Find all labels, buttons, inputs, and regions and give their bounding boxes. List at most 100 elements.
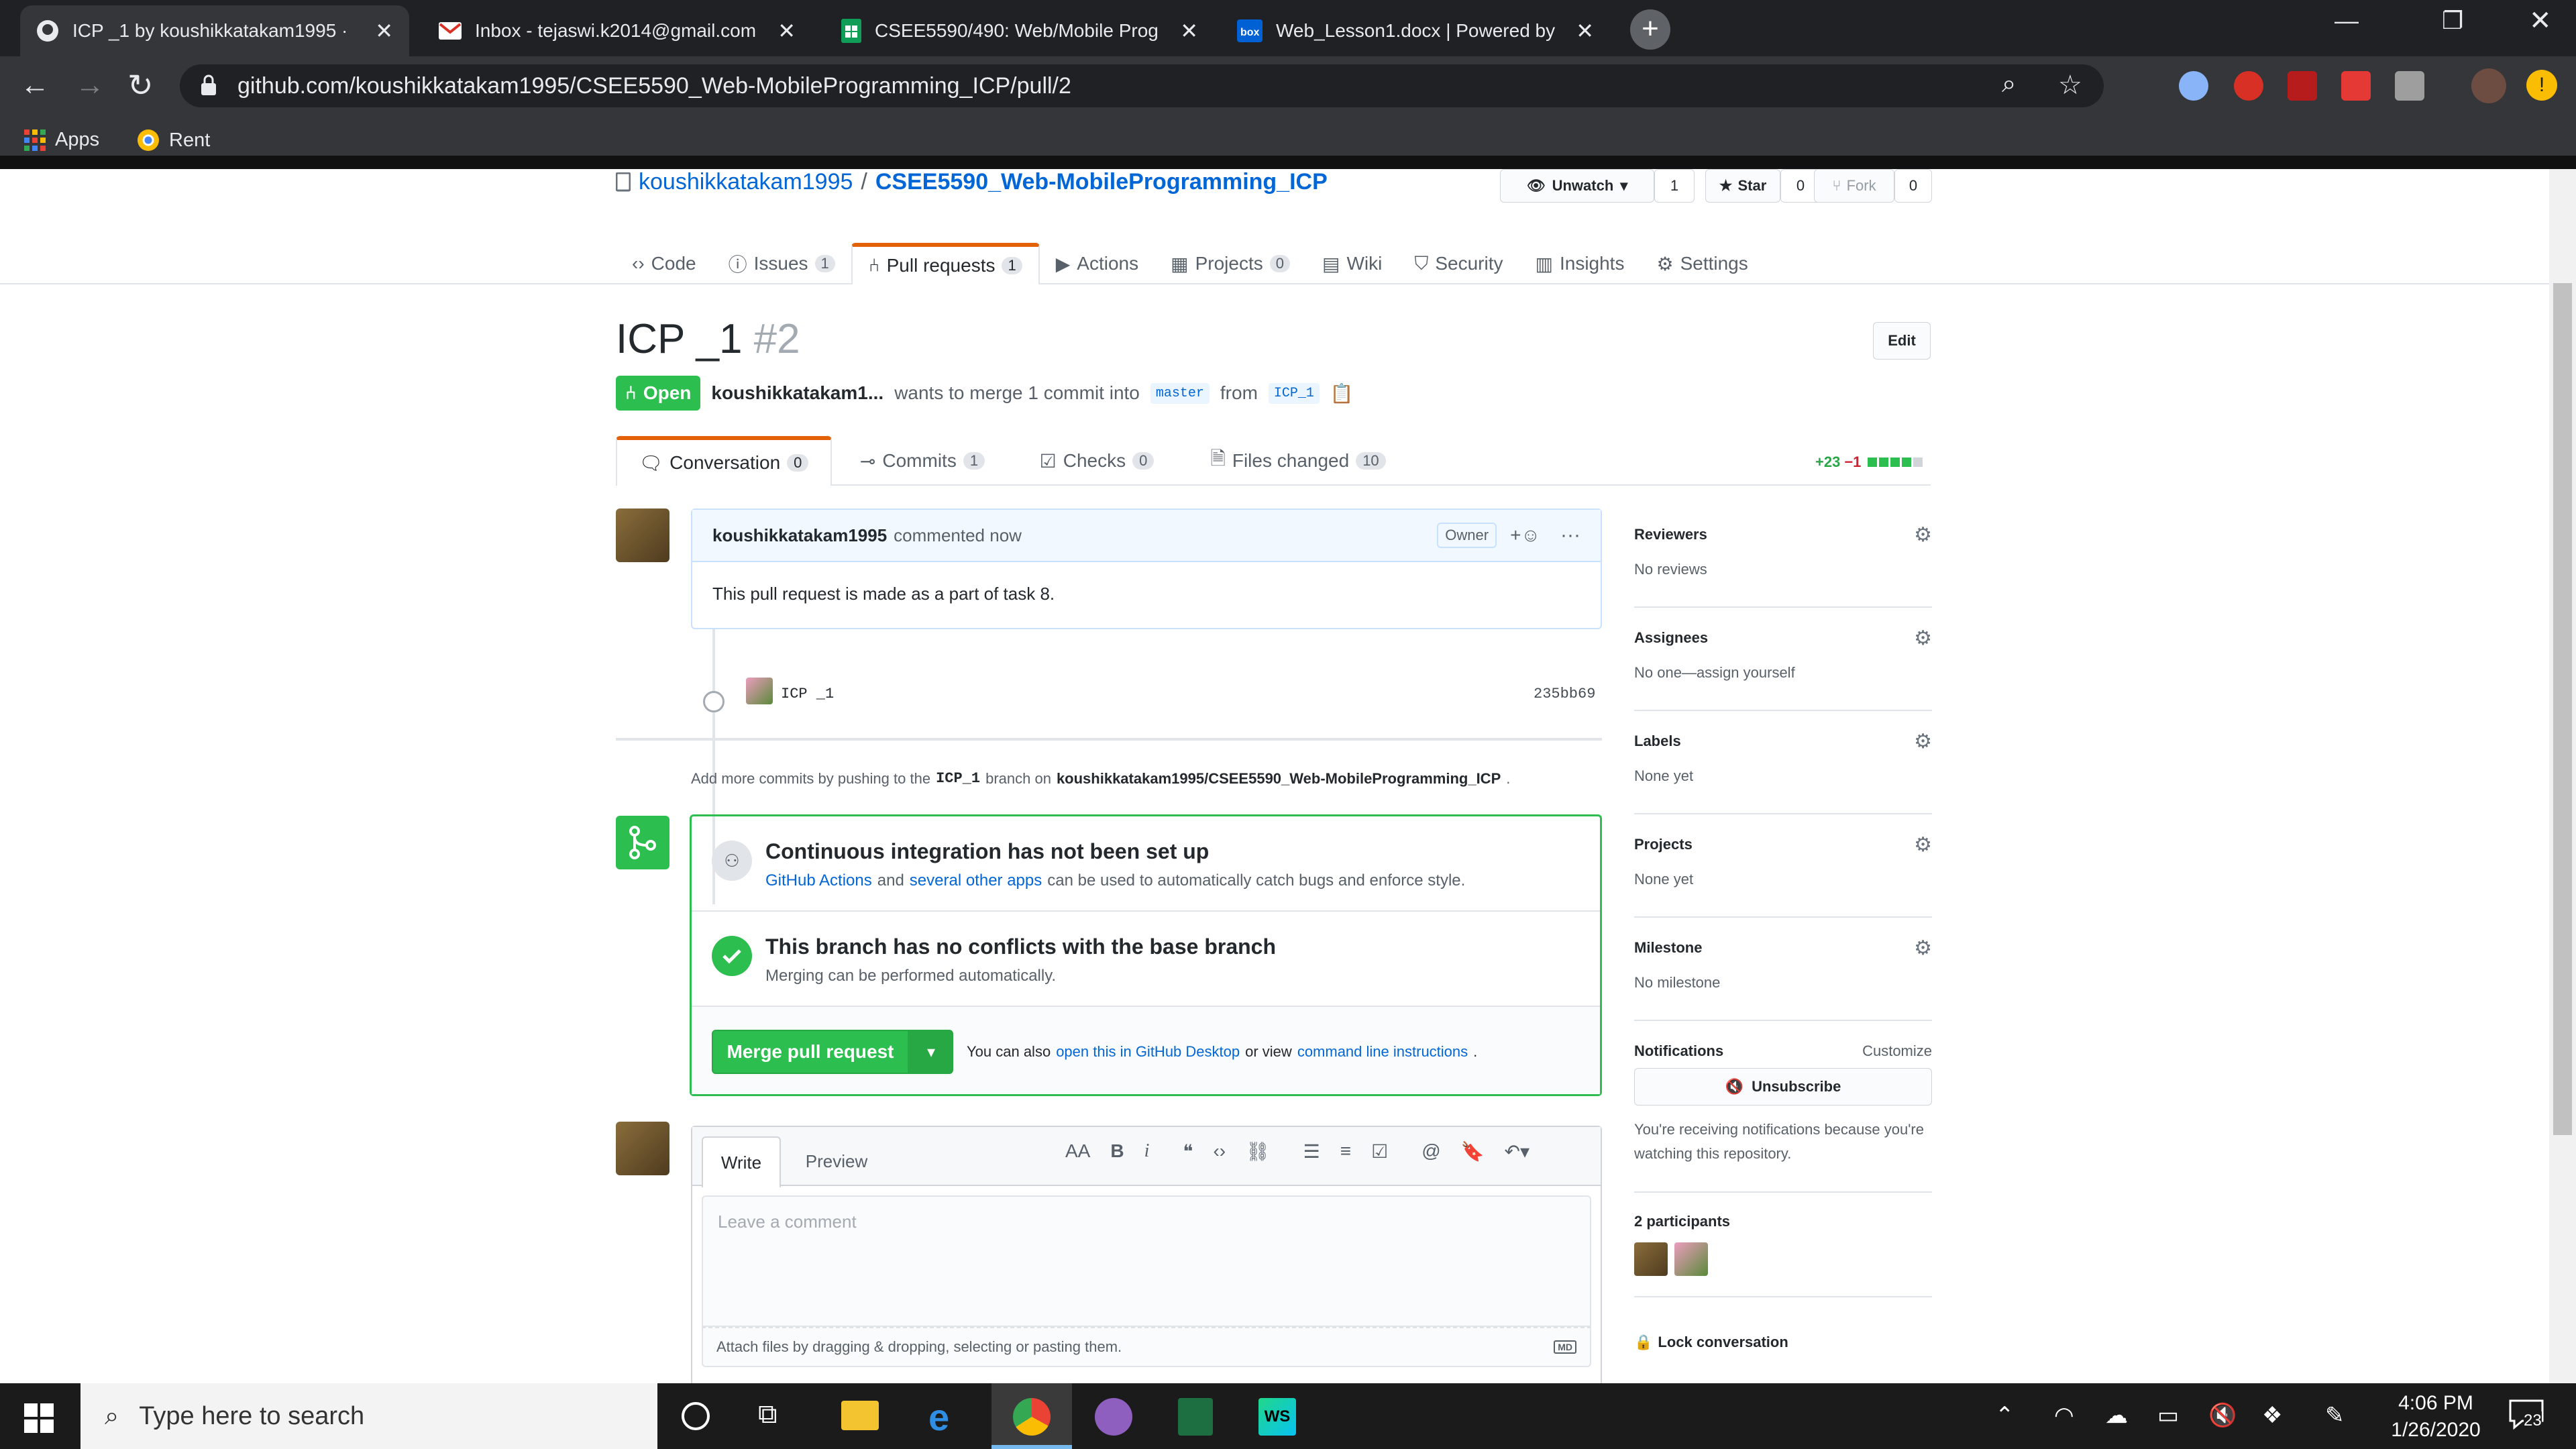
browser-tab-pr[interactable]: ICP _1 by koushikkatakam1995 · ✕ [20, 5, 409, 56]
browser-tab-box[interactable]: box Web_Lesson1.docx | Powered by ✕ [1221, 5, 1610, 56]
bookmark-icon[interactable]: 🔖 [1461, 1140, 1485, 1163]
gear-icon[interactable]: ⚙ [1914, 627, 1932, 650]
search-icon[interactable]: ⌕ [2002, 70, 2016, 99]
close-tab-icon[interactable]: ✕ [1576, 18, 1594, 44]
restore-icon[interactable]: ❐ [2442, 7, 2463, 35]
nav-wiki[interactable]: ▤ Wiki [1306, 243, 1398, 284]
star-button[interactable]: ★ Star [1705, 169, 1780, 203]
close-tab-icon[interactable]: ✕ [777, 18, 796, 44]
taskbar-search-box[interactable]: ⌕ Type here to search [80, 1383, 657, 1449]
command-line-link[interactable]: command line instructions [1297, 1043, 1468, 1061]
address-bar[interactable]: github.com/koushikkatakam1995/CSEE5590_W… [180, 64, 2104, 107]
nav-settings[interactable]: ⚙ Settings [1640, 243, 1764, 284]
link-icon[interactable]: ⛓ [1246, 1140, 1270, 1163]
gear-icon[interactable]: ⚙ [1914, 936, 1932, 960]
github-actions-link[interactable]: GitHub Actions [765, 871, 872, 890]
profile-avatar[interactable] [2471, 68, 2506, 103]
github-desktop-icon[interactable] [1095, 1398, 1132, 1436]
tab-checks[interactable]: ☑ Checks 0 [1013, 436, 1181, 486]
gear-icon[interactable]: ⚙ [1914, 833, 1932, 857]
code-icon[interactable]: ‹› [1213, 1140, 1226, 1163]
merge-pull-request-button[interactable]: Merge pull request [712, 1030, 909, 1074]
comment-time[interactable]: commented now [894, 525, 1022, 546]
update-menu-icon[interactable]: ! [2526, 70, 2557, 101]
star-bookmark-icon[interactable]: ☆ [2058, 70, 2082, 101]
customize-link[interactable]: Customize [1862, 1042, 1932, 1060]
tab-files-changed[interactable]: 🗎 Files changed 10 [1181, 436, 1415, 486]
scrollbar-thumb[interactable] [2553, 283, 2572, 1135]
commit-sha[interactable]: 235bb69 [1534, 686, 1595, 702]
watch-count[interactable]: 1 [1654, 169, 1695, 203]
quote-icon[interactable]: ❝ [1183, 1140, 1193, 1163]
comment-textarea[interactable]: Leave a comment [702, 1195, 1591, 1327]
wifi-icon[interactable]: ◠ [2054, 1402, 2074, 1429]
nav-pull-requests[interactable]: ⑃ Pull requests 1 [851, 243, 1040, 284]
pen-icon[interactable]: ✎ [2325, 1402, 2345, 1429]
nav-insights[interactable]: ▥ Insights [1519, 243, 1641, 284]
bookmark-apps[interactable]: Apps [24, 129, 99, 151]
mention-icon[interactable]: @ [1421, 1140, 1440, 1163]
head-branch[interactable]: ICP_1 [1268, 382, 1320, 404]
reply-icon[interactable]: ↶▾ [1505, 1140, 1530, 1163]
notepad-icon[interactable] [1178, 1398, 1213, 1436]
taskbar-clock[interactable]: 4:06 PM 1/26/2020 [2385, 1390, 2486, 1444]
sidebar-value[interactable]: No one—assign yourself [1634, 664, 1795, 682]
scrollbar[interactable] [2549, 169, 2576, 1383]
avatar[interactable] [1634, 1242, 1668, 1276]
webstorm-icon[interactable]: WS [1258, 1398, 1296, 1436]
open-desktop-link[interactable]: open this in GitHub Desktop [1056, 1043, 1240, 1061]
chevron-up-icon[interactable]: ⌃ [1995, 1402, 2015, 1429]
minimize-icon[interactable]: — [2334, 7, 2359, 35]
battery-icon[interactable]: ▭ [2157, 1402, 2179, 1429]
nav-code[interactable]: ‹› Code [616, 243, 712, 284]
bulleted-list-icon[interactable]: ☰ [1303, 1140, 1320, 1163]
notification-center-icon[interactable]: 23 [2509, 1398, 2546, 1436]
back-icon[interactable]: ← [20, 68, 50, 102]
gear-icon[interactable]: ⚙ [1914, 523, 1932, 547]
browser-tab-sheets[interactable]: CSEE5590/490: Web/Mobile Prog ✕ [825, 5, 1214, 56]
fork-count[interactable]: 0 [1894, 169, 1932, 203]
other-apps-link[interactable]: several other apps [910, 871, 1042, 890]
avatar[interactable] [1674, 1242, 1708, 1276]
add-reaction-icon[interactable]: +☺ [1510, 525, 1540, 546]
repo-name-link[interactable]: CSEE5590_Web-MobileProgramming_ICP [875, 169, 1328, 195]
pocket-extension-icon[interactable] [2341, 71, 2371, 101]
repo-owner-link[interactable]: koushikkatakam1995 [639, 169, 853, 195]
volume-muted-icon[interactable]: 🔇 [2208, 1402, 2237, 1429]
italic-icon[interactable]: i [1144, 1140, 1150, 1163]
forward-icon[interactable]: → [75, 68, 105, 102]
write-tab[interactable]: Write [702, 1136, 781, 1187]
unwatch-button[interactable]: 👁 Unwatch ▾ [1500, 169, 1654, 203]
reload-icon[interactable]: ↻ [127, 67, 154, 103]
dropbox-icon[interactable]: ❖ [2262, 1402, 2282, 1429]
extension-icon[interactable] [2234, 71, 2263, 101]
tab-commits[interactable]: ⊸ Commits 1 [832, 436, 1013, 486]
numbered-list-icon[interactable]: ≡ [1340, 1140, 1351, 1163]
pr-author[interactable]: koushikkatakam1... [711, 382, 883, 404]
nav-security[interactable]: ⛉ Security [1398, 243, 1519, 284]
new-tab-button[interactable]: + [1630, 9, 1670, 50]
close-tab-icon[interactable]: ✕ [375, 18, 393, 44]
cloud-icon[interactable]: ☁ [2105, 1402, 2128, 1429]
text-size-icon[interactable]: AA [1065, 1140, 1090, 1163]
avatar[interactable] [616, 1122, 669, 1175]
windows-start-icon[interactable] [24, 1403, 54, 1433]
preview-tab[interactable]: Preview [793, 1136, 880, 1186]
base-branch[interactable]: master [1150, 382, 1210, 404]
avatar[interactable] [616, 508, 669, 562]
nav-issues[interactable]: ⓘ Issues 1 [712, 243, 851, 284]
file-explorer-icon[interactable] [841, 1401, 879, 1430]
merge-options-dropdown[interactable]: ▾ [909, 1030, 953, 1074]
attach-files-area[interactable]: Attach files by dragging & dropping, sel… [702, 1327, 1591, 1367]
bold-icon[interactable]: B [1110, 1140, 1124, 1163]
close-tab-icon[interactable]: ✕ [1180, 18, 1198, 44]
tab-conversation[interactable]: 🗨 Conversation 0 [616, 436, 832, 486]
bookmark-rent[interactable]: Rent [137, 129, 210, 152]
commit-message[interactable]: ICP _1 [781, 686, 834, 702]
task-list-icon[interactable]: ☑ [1371, 1140, 1388, 1163]
extension-icon[interactable] [2179, 71, 2208, 101]
clipboard-icon[interactable]: 📋 [1330, 382, 1354, 405]
nav-actions[interactable]: ▶ Actions [1040, 243, 1155, 284]
lock-conversation[interactable]: 🔒 Lock conversation [1634, 1334, 1932, 1351]
unsubscribe-button[interactable]: 🔇 Unsubscribe [1634, 1068, 1932, 1106]
